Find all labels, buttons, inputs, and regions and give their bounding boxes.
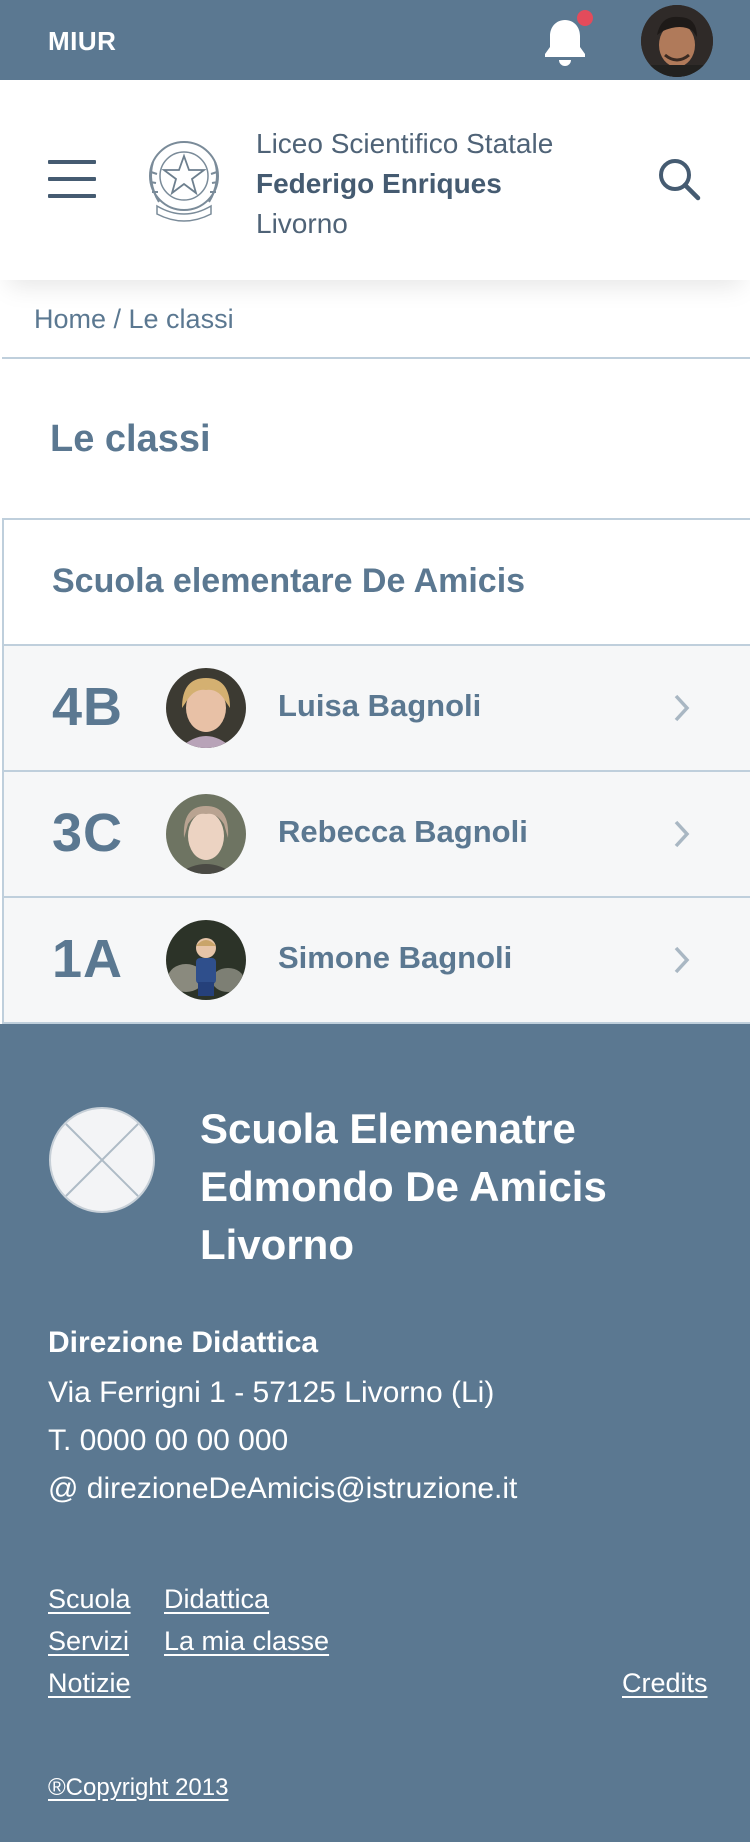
brand-label[interactable]: MIUR bbox=[48, 26, 116, 57]
list-item[interactable]: 3C Rebecca Bagnoli bbox=[2, 772, 750, 898]
address-text: Via Ferrigni 1 - 57125 Livorno (Li) bbox=[48, 1376, 495, 1409]
school-name-line3: Livorno bbox=[256, 208, 348, 239]
chevron-right-icon bbox=[674, 946, 690, 974]
student-name: Rebecca Bagnoli bbox=[278, 814, 528, 849]
chevron-right-icon bbox=[674, 820, 690, 848]
chevron-right-icon bbox=[674, 694, 690, 722]
footer-link-credits[interactable]: Credits bbox=[622, 1668, 708, 1699]
student-name: Simone Bagnoli bbox=[278, 940, 513, 975]
placeholder-logo bbox=[49, 1107, 155, 1213]
class-list-header: Scuola elementare De Amicis bbox=[2, 518, 750, 646]
footer-title-line1: Scuola Elemenatre bbox=[200, 1105, 576, 1152]
footer-link-didattica[interactable]: Didattica bbox=[164, 1584, 269, 1615]
class-list: Scuola elementare De Amicis 4B Luisa Bag… bbox=[2, 518, 750, 1024]
email-link[interactable]: @ direzioneDeAmicis@istruzione.it bbox=[48, 1472, 517, 1506]
footer-title-line2: Edmondo De Amicis bbox=[200, 1163, 607, 1210]
student-avatar bbox=[166, 920, 246, 1000]
breadcrumb-divider bbox=[2, 357, 750, 359]
footer-link-la-mia-classe[interactable]: La mia classe bbox=[164, 1626, 329, 1657]
list-item[interactable]: 4B Luisa Bagnoli bbox=[2, 646, 750, 772]
hamburger-icon[interactable] bbox=[48, 160, 96, 198]
notification-dot bbox=[575, 8, 595, 28]
page-title: Le classi bbox=[50, 418, 211, 460]
footer-title-line3: Livorno bbox=[200, 1221, 354, 1268]
student-name: Luisa Bagnoli bbox=[278, 688, 482, 723]
student-avatar bbox=[166, 668, 246, 748]
site-header: Liceo Scientifico Statale Federigo Enriq… bbox=[0, 80, 750, 280]
breadcrumb[interactable]: Home / Le classi bbox=[34, 304, 234, 335]
user-avatar[interactable] bbox=[641, 5, 713, 77]
school-heading: Scuola elementare De Amicis bbox=[52, 562, 526, 600]
phone-text: T. 0000 00 00 000 bbox=[48, 1424, 289, 1457]
emblem-logo bbox=[149, 141, 219, 222]
student-avatar bbox=[166, 794, 246, 874]
class-code: 4B bbox=[52, 677, 124, 737]
class-code: 1A bbox=[52, 929, 124, 989]
footer-school-title: Scuola Elemenatre Edmondo De Amicis Livo… bbox=[200, 1100, 607, 1274]
footer-link-notizie[interactable]: Notizie bbox=[48, 1668, 131, 1699]
top-bar: MIUR bbox=[0, 0, 750, 80]
direction-heading: Direzione Didattica bbox=[48, 1326, 319, 1359]
footer-link-scuola[interactable]: Scuola bbox=[48, 1584, 131, 1615]
school-name: Liceo Scientifico Statale Federigo Enriq… bbox=[256, 124, 553, 244]
school-name-line2: Federigo Enriques bbox=[256, 168, 502, 199]
search-icon[interactable] bbox=[656, 156, 702, 202]
footer-link-servizi[interactable]: Servizi bbox=[48, 1626, 129, 1657]
school-name-line1: Liceo Scientifico Statale bbox=[256, 128, 554, 159]
copyright-link[interactable]: ®Copyright 2013 bbox=[48, 1774, 228, 1802]
list-item[interactable]: 1A Simone Bagnoli bbox=[2, 898, 750, 1024]
class-code: 3C bbox=[52, 803, 124, 863]
site-footer: Scuola Elemenatre Edmondo De Amicis Livo… bbox=[0, 1024, 750, 1842]
